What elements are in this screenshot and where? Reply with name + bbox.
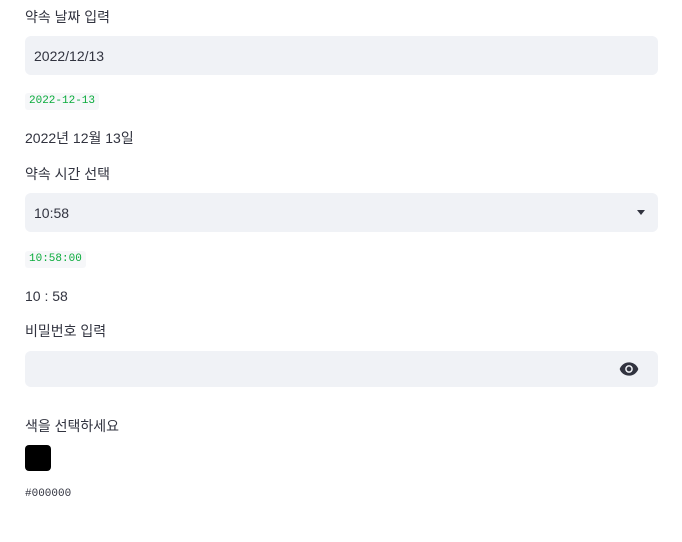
color-swatch-button[interactable] xyxy=(25,445,51,471)
chevron-down-icon[interactable] xyxy=(637,210,645,215)
password-input[interactable] xyxy=(25,351,658,387)
time-code-output: 10:58:00 xyxy=(25,251,86,268)
password-input-label: 비밀번호 입력 xyxy=(25,323,107,339)
date-input-value: 2022/12/13 xyxy=(34,48,105,64)
time-select-label: 약속 시간 선택 xyxy=(25,166,111,182)
date-input[interactable]: 2022/12/13 xyxy=(25,36,658,75)
time-select-value: 10:58 xyxy=(34,205,70,221)
date-input-label: 약속 날짜 입력 xyxy=(25,9,111,25)
date-code-output: 2022-12-13 xyxy=(25,93,100,110)
color-code-output: #000000 xyxy=(25,488,72,500)
date-text-output: 2022년 12월 13일 xyxy=(25,130,134,146)
time-select[interactable]: 10:58 xyxy=(25,193,658,232)
eye-icon[interactable] xyxy=(619,361,639,377)
time-text-output: 10 : 58 xyxy=(25,288,68,304)
color-picker-label: 색을 선택하세요 xyxy=(25,418,120,434)
